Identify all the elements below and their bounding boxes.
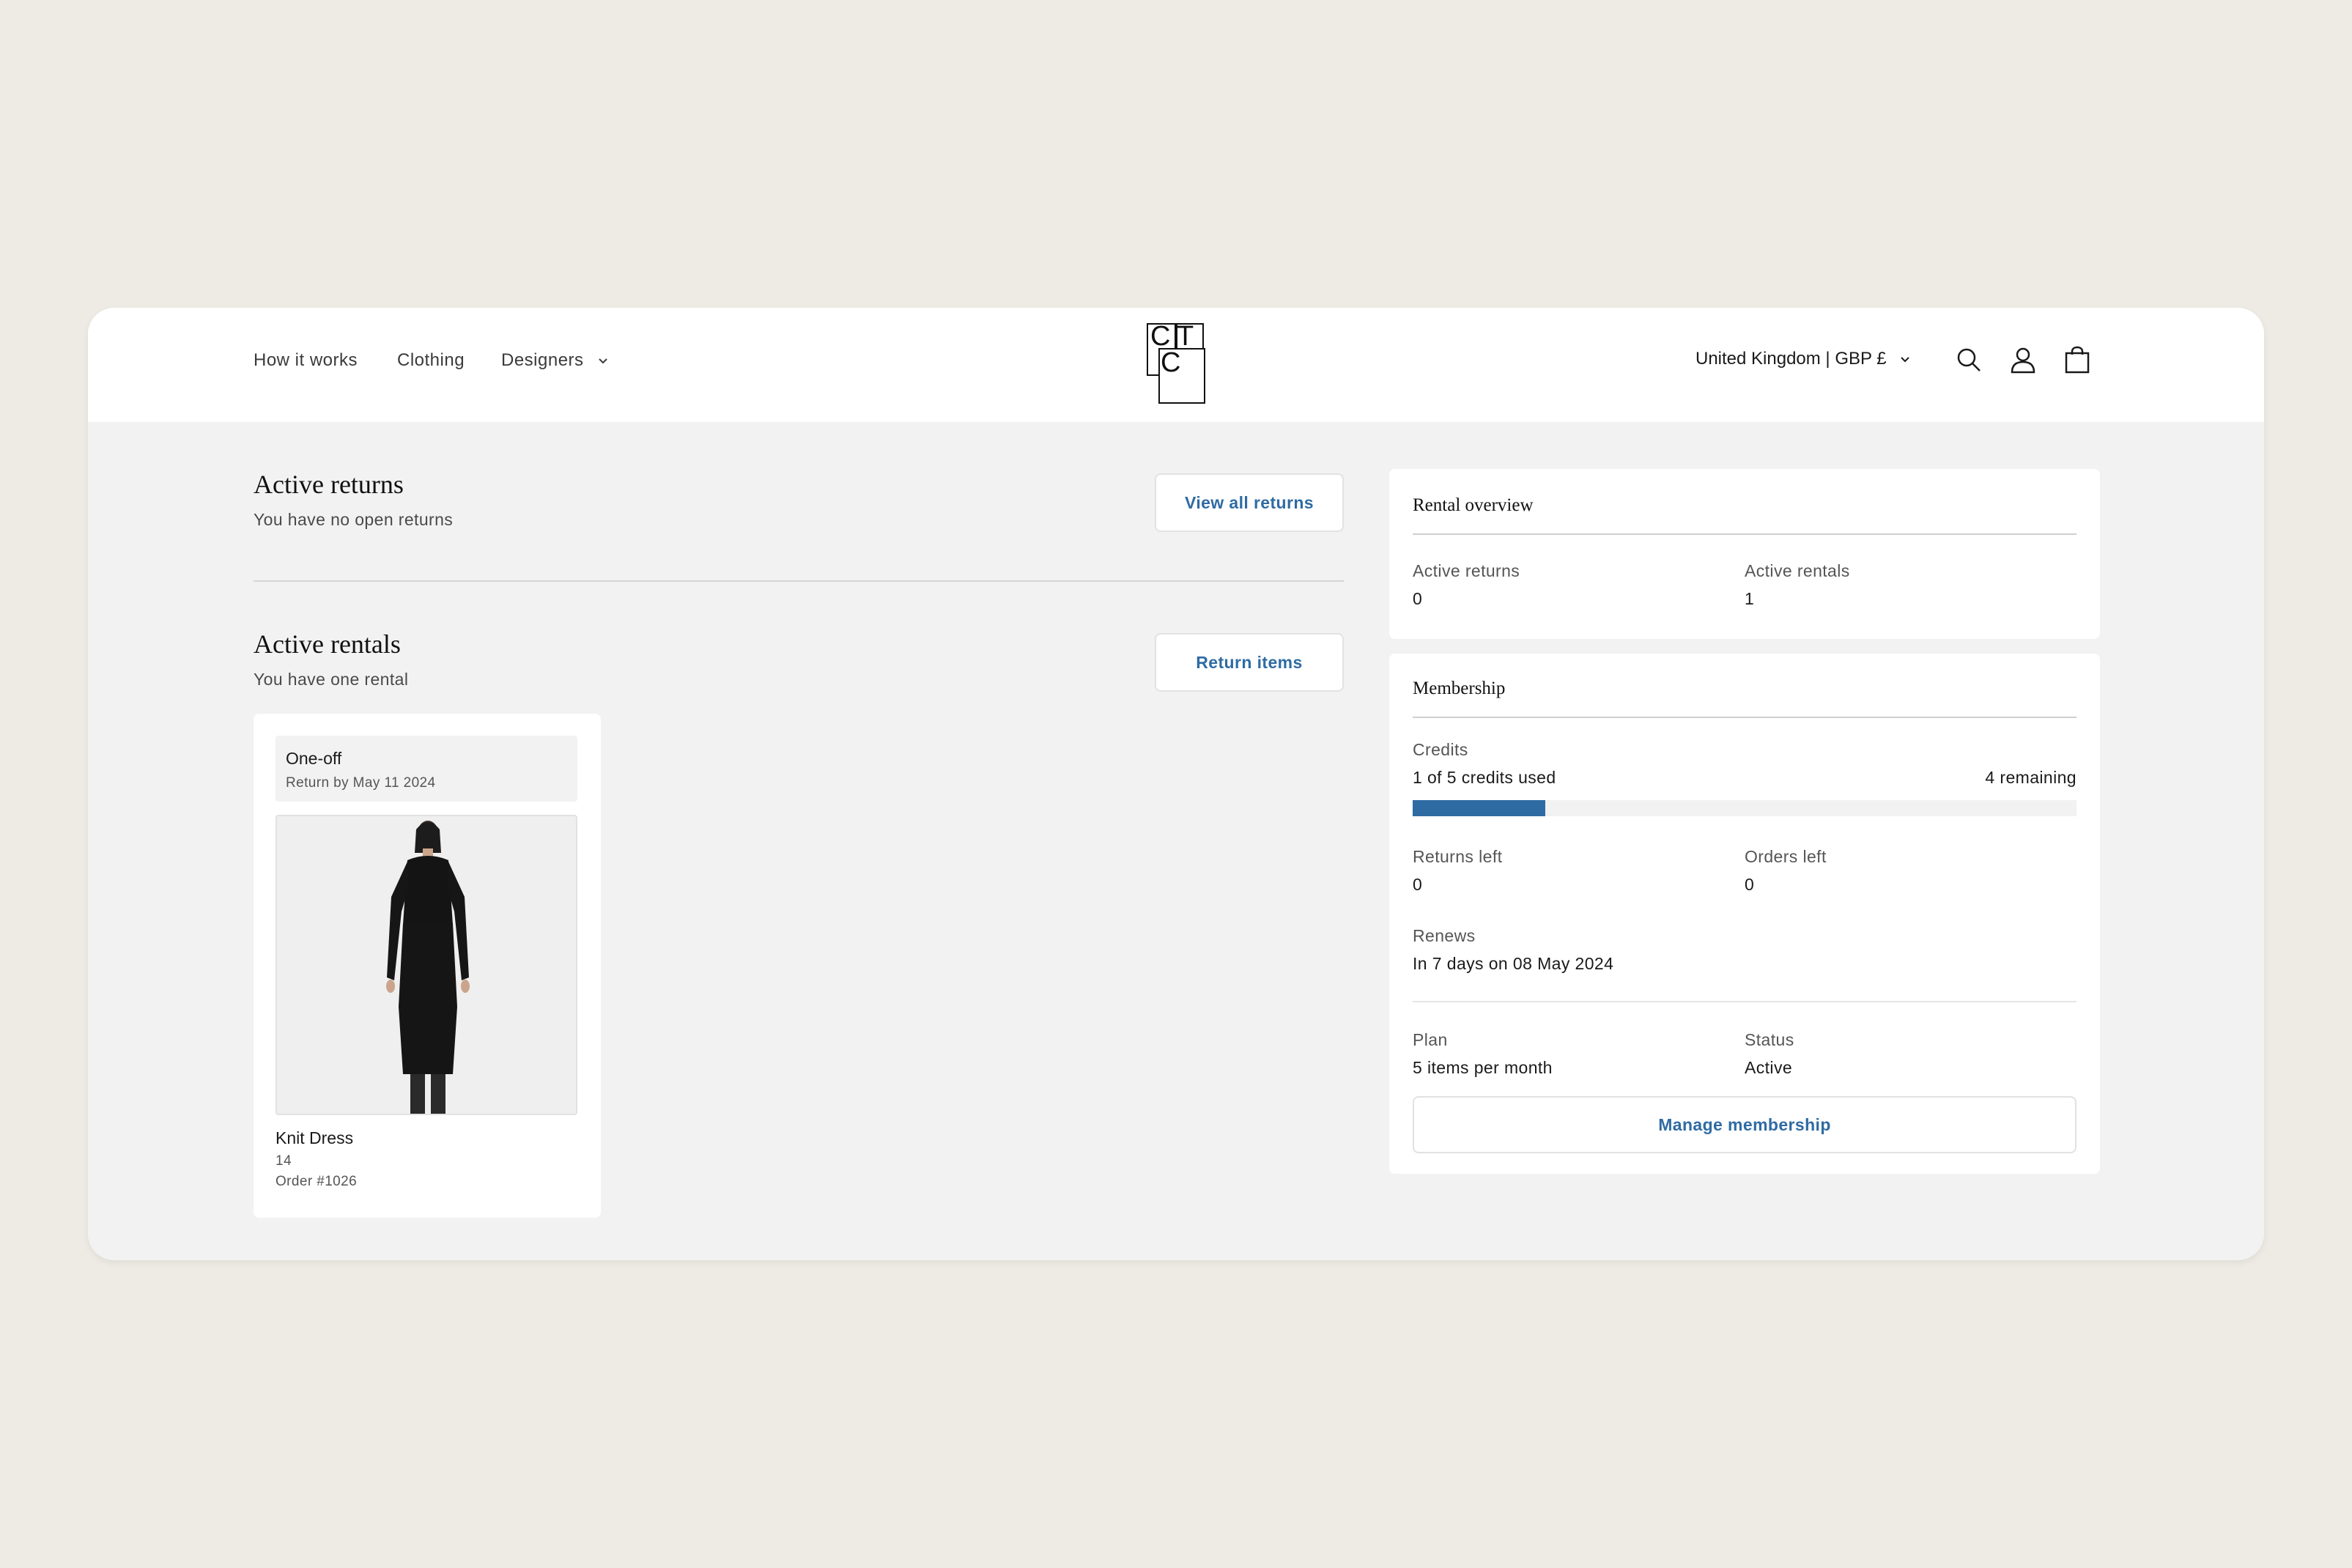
credits-remaining: 4 remaining — [1985, 768, 2077, 787]
chevron-down-icon — [599, 358, 607, 364]
returns-left-label: Returns left — [1413, 847, 1503, 866]
region-label: United Kingdom | GBP £ — [1695, 349, 1887, 369]
active-returns-value: 0 — [1413, 589, 1423, 608]
logo-letter-c2: C — [1161, 347, 1181, 378]
cart-icon[interactable] — [2062, 344, 2093, 375]
nav-designers[interactable]: Designers — [501, 350, 610, 371]
credits-label: Credits — [1413, 740, 1468, 759]
membership-panel: Membership Credits 1 of 5 credits used 4… — [1389, 654, 2100, 1174]
rental-type-label: One-off — [286, 749, 342, 768]
order-number: Order #1026 — [275, 1174, 358, 1189]
renews-value: In 7 days on 08 May 2024 — [1413, 954, 1614, 973]
active-returns-label: Active returns — [1413, 561, 1520, 580]
product-image[interactable] — [275, 815, 577, 1115]
rental-type-tag: One-off Return by May 11 2024 — [275, 736, 577, 802]
search-icon[interactable] — [1953, 344, 1984, 375]
renews-label: Renews — [1413, 926, 1476, 945]
nav-designers-label: Designers — [501, 350, 584, 370]
panel-divider — [1413, 717, 2077, 718]
membership-title: Membership — [1413, 678, 1506, 698]
dress-illustration — [386, 821, 470, 1114]
top-navigation-bar: How it works Clothing Designers C T C Un… — [88, 308, 2264, 422]
active-returns-subtitle: You have no open returns — [254, 510, 454, 529]
credits-progress-bar — [1413, 800, 2077, 816]
app-window: How it works Clothing Designers C T C Un… — [88, 308, 2264, 1260]
nav-clothing[interactable]: Clothing — [397, 350, 465, 371]
return-by-date: Return by May 11 2024 — [286, 775, 436, 791]
view-all-returns-button[interactable]: View all returns — [1155, 473, 1344, 532]
active-rentals-value: 1 — [1745, 589, 1755, 608]
active-rentals-title: Active rentals — [254, 629, 401, 659]
active-rentals-label: Active rentals — [1745, 561, 1850, 580]
return-items-button[interactable]: Return items — [1155, 633, 1344, 692]
active-rentals-subtitle: You have one rental — [254, 670, 409, 689]
account-icon[interactable] — [2008, 344, 2038, 375]
rental-overview-title: Rental overview — [1413, 495, 1534, 515]
status-label: Status — [1745, 1030, 1794, 1049]
plan-value: 5 items per month — [1413, 1058, 1553, 1077]
chevron-down-icon — [1901, 356, 1909, 363]
returns-left-value: 0 — [1413, 875, 1423, 894]
manage-membership-button[interactable]: Manage membership — [1413, 1096, 2077, 1153]
product-size: 14 — [275, 1153, 292, 1169]
credits-progress-fill — [1413, 800, 1546, 816]
plan-label: Plan — [1413, 1030, 1448, 1049]
brand-logo[interactable]: C T C — [1146, 321, 1208, 404]
status-value: Active — [1745, 1058, 1793, 1077]
panel-divider — [1413, 533, 2077, 535]
rental-item-card[interactable]: One-off Return by May 11 2024 Knit Dress… — [254, 714, 601, 1218]
region-selector[interactable]: United Kingdom | GBP £ — [1695, 349, 1912, 369]
nav-how-it-works[interactable]: How it works — [254, 350, 358, 371]
active-returns-title: Active returns — [254, 470, 404, 499]
rental-overview-panel: Rental overview Active returns 0 Active … — [1389, 469, 2100, 639]
orders-left-value: 0 — [1745, 875, 1755, 894]
orders-left-label: Orders left — [1745, 847, 1827, 866]
product-name[interactable]: Knit Dress — [275, 1128, 353, 1148]
section-divider — [254, 580, 1344, 582]
panel-divider — [1413, 1001, 2077, 1002]
credits-used: 1 of 5 credits used — [1413, 768, 1556, 787]
